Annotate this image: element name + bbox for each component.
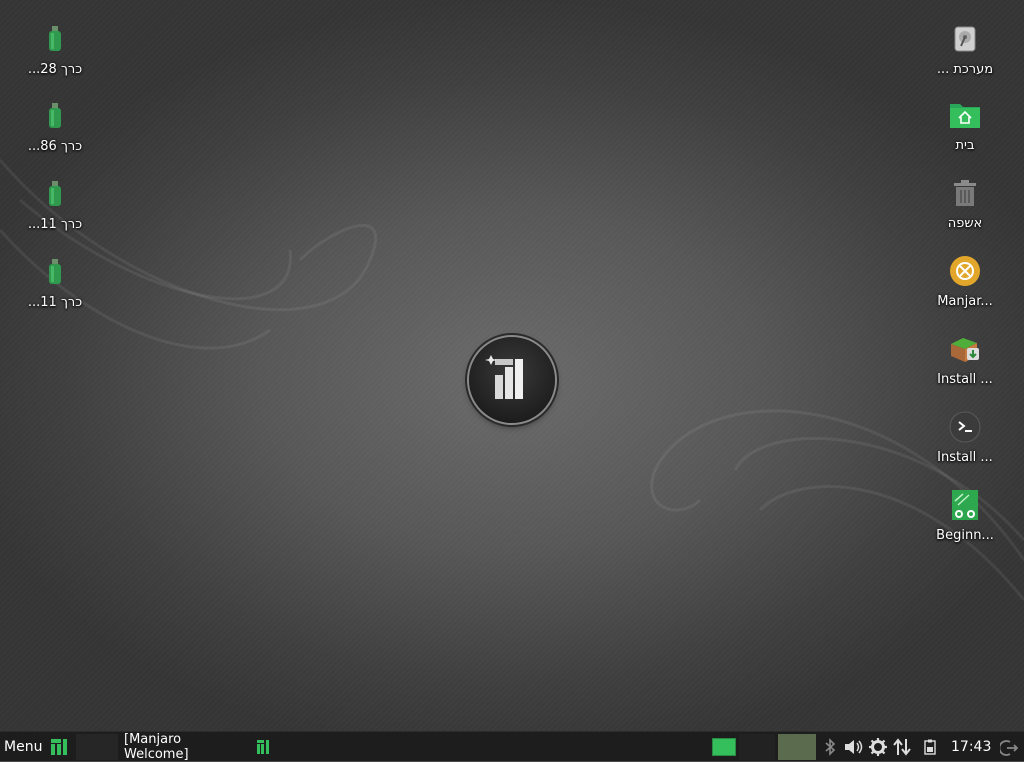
desktop-icon-volume-3[interactable]: כרך 11... [10, 177, 100, 233]
task-manjaro-welcome[interactable]: [Manjaro Welcome] [118, 732, 270, 762]
taskbar-panel: Menu [Manjaro Welcome] 17:43 [0, 731, 1024, 762]
settings-gear-icon[interactable] [868, 737, 888, 757]
desktop-icon-label: כרך 11... [27, 217, 83, 232]
taskbar-empty-slot [76, 734, 118, 760]
usb-drive-icon [38, 99, 72, 133]
desktop[interactable]: כרך 28... כרך 86... כרך 11... כרך 11... … [0, 0, 1024, 731]
logout-icon[interactable] [998, 739, 1019, 757]
volume-icon[interactable] [844, 737, 864, 757]
usb-drive-icon [38, 255, 72, 289]
install-package-icon [948, 332, 982, 366]
menu-label: Menu [4, 739, 43, 755]
desktop-icon-volume-1[interactable]: כרך 28... [10, 22, 100, 78]
bluetooth-icon[interactable] [820, 737, 840, 757]
clock[interactable]: 17:43 [951, 732, 991, 762]
terminal-icon [948, 410, 982, 444]
desktop-icon-label: Install ... [937, 372, 993, 387]
desktop-icon-label: כרך 28... [27, 62, 83, 77]
workspace-3-active[interactable] [778, 734, 816, 760]
hard-disk-icon [948, 22, 982, 56]
desktop-icon-file-system[interactable]: מערכת ... [920, 22, 1010, 78]
desktop-icon-install-terminal[interactable]: Install ... [920, 410, 1010, 466]
desktop-icon-label: בית [955, 138, 975, 153]
desktop-icon-home[interactable]: בית [920, 98, 1010, 154]
desktop-icon-label: אשפה [947, 216, 983, 231]
home-folder-icon [948, 98, 982, 132]
manjaro-welcome-icon [948, 254, 982, 288]
desktop-icon-label: כרך 86... [27, 139, 83, 154]
manjaro-launcher-icon[interactable] [50, 738, 68, 756]
desktop-icon-label: מערכת ... [936, 62, 994, 77]
menu-button[interactable]: Menu [0, 732, 46, 762]
clipboard-icon[interactable] [920, 737, 940, 757]
desktop-icon-label: Install ... [937, 450, 993, 465]
desktop-icon-volume-2[interactable]: כרך 86... [10, 99, 100, 155]
manjaro-app-icon [257, 740, 270, 754]
desktop-icon-label: Beginn... [936, 528, 994, 543]
system-tray [820, 732, 944, 762]
clock-time: 17:43 [951, 739, 992, 755]
usb-drive-icon [38, 22, 72, 56]
usb-drive-icon [38, 177, 72, 211]
manjaro-logo [469, 337, 555, 423]
beginner-guide-icon [948, 488, 982, 522]
desktop-icon-beginner-guide[interactable]: Beginn... [920, 488, 1010, 544]
workspace-1[interactable] [712, 738, 736, 756]
workspace-2[interactable] [739, 734, 775, 760]
desktop-icon-trash[interactable]: אשפה [920, 176, 1010, 232]
task-label: [Manjaro Welcome] [124, 732, 189, 762]
trash-icon [948, 176, 982, 210]
desktop-icon-volume-4[interactable]: כרך 11... [10, 255, 100, 311]
network-transfer-icon[interactable] [892, 737, 912, 757]
desktop-icon-label: Manjar... [937, 294, 993, 309]
desktop-icon-install-package[interactable]: Install ... [920, 332, 1010, 388]
desktop-icon-manjaro-welcome[interactable]: Manjar... [920, 254, 1010, 310]
desktop-icon-label: כרך 11... [27, 295, 83, 310]
